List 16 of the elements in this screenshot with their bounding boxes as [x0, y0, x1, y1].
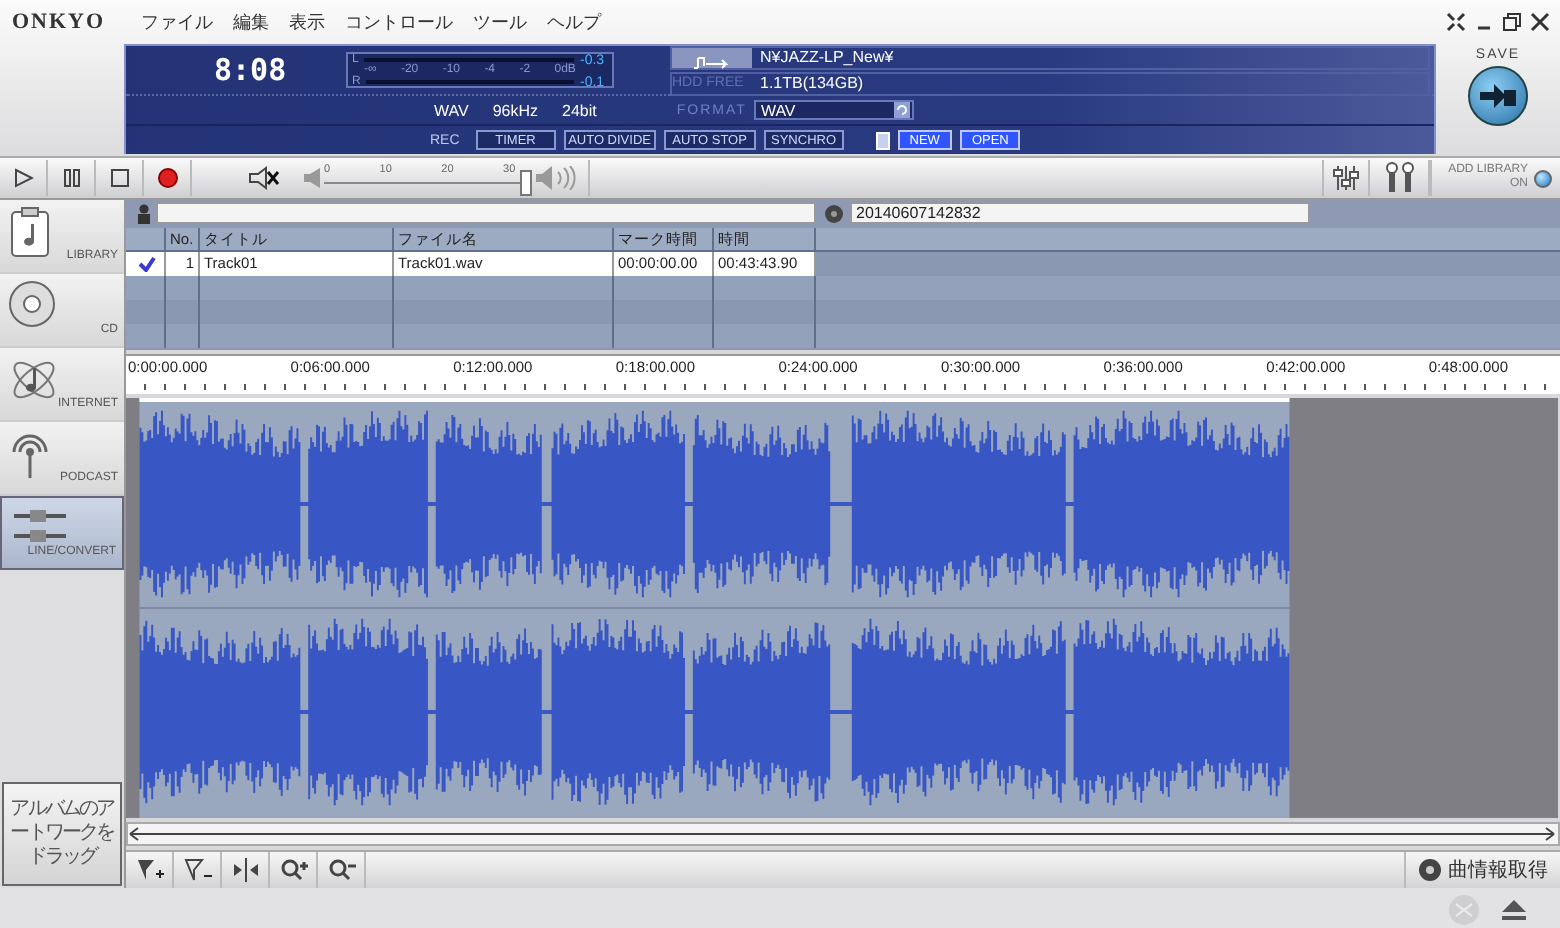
audio-format-info: 96kHz: [492, 101, 539, 120]
app-logo: ONKYO: [12, 10, 106, 34]
time-display: 8:08: [214, 52, 289, 88]
menu-item[interactable]: ファイル: [141, 9, 214, 35]
menu-item[interactable]: 編集: [233, 9, 270, 35]
menu-item[interactable]: ツール: [473, 9, 528, 35]
menu-item[interactable]: コントロール: [345, 9, 454, 35]
menu-item[interactable]: 表示: [289, 9, 326, 35]
menu-item[interactable]: ヘルプ: [547, 9, 602, 35]
audio-format-info: WAV: [434, 101, 469, 120]
artwork-drop-area[interactable]: アルバムのアートワークをドラッグ: [2, 782, 122, 886]
free-space-value: 1.1TB(134GB): [760, 74, 864, 92]
format-dropdown[interactable]: WAV: [754, 100, 915, 121]
album-field[interactable]: 20140607142832: [850, 202, 1310, 225]
save-path: N¥JAZZ-LP_New¥: [760, 48, 894, 66]
audio-format-info: 24bit: [562, 101, 597, 120]
